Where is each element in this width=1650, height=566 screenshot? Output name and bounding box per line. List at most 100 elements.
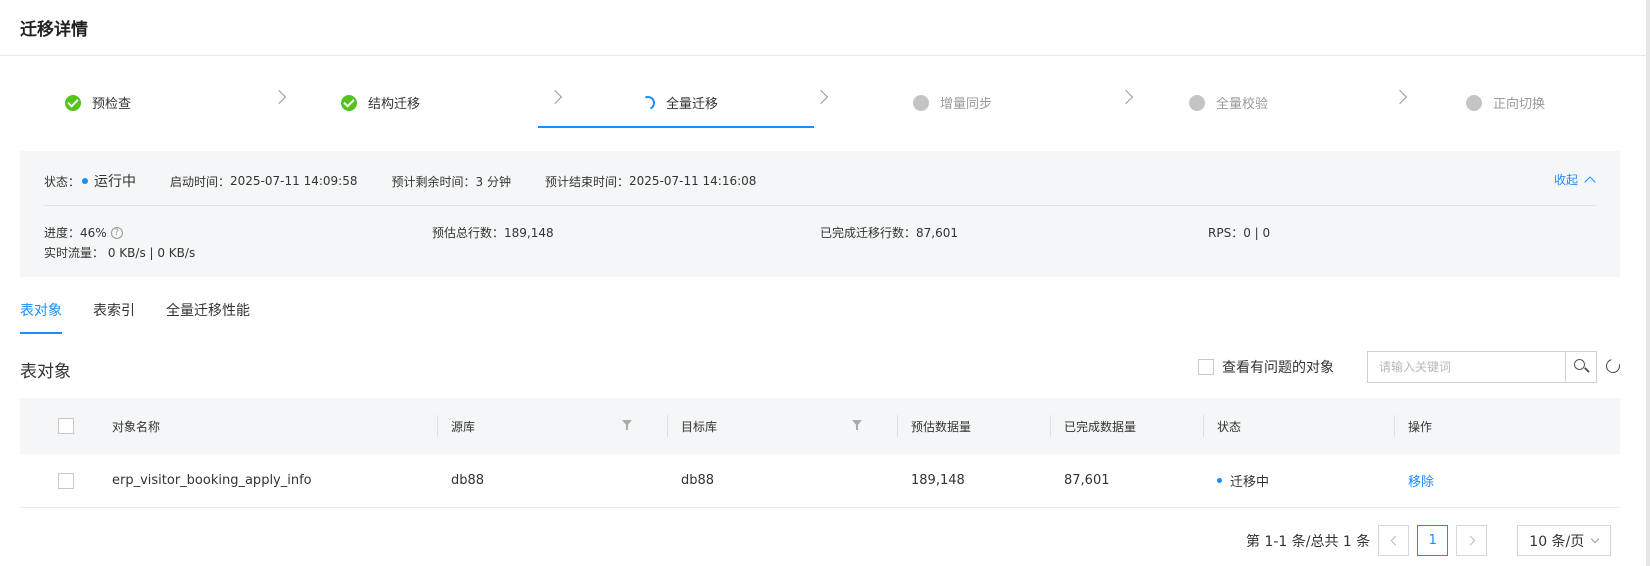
start-time-value: 2025-07-11 14:09:58 [230, 174, 358, 188]
filter-icon[interactable] [622, 420, 632, 430]
step-full-verification[interactable]: 全量校验 [1116, 78, 1408, 128]
chevron-left-icon [1390, 535, 1401, 546]
table-header: 对象名称 源库 目标库 预估数据量 已完成数据量 状态 操作 [20, 398, 1620, 454]
step-forward-switch[interactable]: 正向切换 [1392, 78, 1650, 128]
step-label: 增量同步 [940, 97, 993, 112]
chevron-down-icon [1591, 534, 1600, 544]
step-label: 正向切换 [1493, 97, 1546, 112]
page-title: 迁移详情 [20, 20, 88, 40]
pending-circle-icon [1466, 94, 1482, 111]
search-input[interactable] [1368, 352, 1565, 382]
panel-divider [44, 205, 1596, 206]
row-select-cell [58, 454, 74, 507]
filter-icon[interactable] [852, 420, 862, 430]
page-number-button[interactable]: 1 [1417, 525, 1449, 556]
column-header-name: 对象名称 [112, 419, 161, 434]
search-icon [1574, 359, 1585, 370]
migrated-rows-label: 已完成迁移行数： [820, 226, 917, 240]
problem-objects-checkbox[interactable] [1198, 359, 1214, 375]
search-box [1367, 351, 1597, 383]
collapse-label: 收起 [1553, 173, 1578, 187]
estimated-rows-metric: 预估总行数： 189,148 [432, 224, 554, 241]
step-label: 全量校验 [1216, 97, 1269, 112]
status-text: 迁移中 [1230, 475, 1270, 490]
select-all-cell [58, 398, 74, 454]
page-size-select[interactable]: 10 条/页 [1517, 525, 1612, 556]
status-dot-icon [82, 178, 89, 184]
page-size-value: 10 条/页 [1529, 533, 1585, 550]
chevron-up-icon [1584, 175, 1596, 188]
status-item: 状态： 运行中 [44, 171, 136, 191]
step-incremental-sync[interactable]: 增量同步 [840, 78, 1134, 128]
remaining-time-item: 预计剩余时间： 3 分钟 [391, 173, 510, 190]
next-page-button[interactable] [1456, 525, 1488, 556]
end-time-value: 2025-07-11 14:16:08 [628, 174, 757, 188]
migration-detail-page: 迁移详情 预检查 结构迁移 全量迁移 增量同步 全量校验 正向切换 状态： 运行… [0, 0, 1650, 566]
remaining-time-value: 3 分钟 [475, 174, 511, 189]
row-checkbox[interactable] [58, 472, 74, 489]
section-title: 表对象 [20, 362, 71, 382]
tab-bar: 表对象 表索引 全量迁移性能 [20, 300, 250, 334]
problem-objects-label: 查看有问题的对象 [1222, 360, 1334, 376]
status-label: 状态： [44, 174, 81, 189]
prev-page-button[interactable] [1378, 525, 1410, 556]
table-objects-table: 对象名称 源库 目标库 预估数据量 已完成数据量 状态 操作 erp_visit… [20, 398, 1620, 508]
tab-full-migration-performance[interactable]: 全量迁移性能 [166, 300, 250, 334]
select-all-checkbox[interactable] [58, 418, 74, 434]
step-precheck[interactable]: 预检查 [20, 78, 296, 128]
table-row: erp_visitor_booking_apply_info db88 db88… [20, 454, 1620, 508]
search-button[interactable] [1565, 352, 1596, 382]
step-label: 结构迁移 [368, 97, 421, 112]
loading-spinner-icon [639, 93, 657, 112]
start-time-label: 启动时间： [170, 174, 231, 189]
status-value: 运行中 [94, 174, 137, 190]
progress-metric: 进度： 46% ? [44, 224, 123, 241]
tab-table-objects[interactable]: 表对象 [20, 300, 62, 334]
pending-circle-icon [1189, 94, 1205, 111]
active-step-underline [538, 126, 814, 128]
rps-value: 0 | 0 [1243, 225, 1271, 240]
chevron-right-icon [1465, 535, 1476, 546]
problem-objects-filter[interactable]: 查看有问题的对象 [1198, 357, 1334, 377]
tab-table-indexes[interactable]: 表索引 [93, 300, 135, 334]
check-circle-icon [65, 94, 81, 111]
progress-label: 进度： [44, 226, 81, 240]
collapse-button[interactable]: 收起 [1553, 171, 1596, 188]
status-row: 状态： 运行中 启动时间： 2025-07-11 14:09:58 预计剩余时间… [44, 171, 790, 191]
pending-circle-icon [913, 94, 929, 111]
step-label: 预检查 [92, 97, 132, 112]
cell-target: db88 [681, 473, 715, 488]
end-time-item: 预计结束时间： 2025-07-11 14:16:08 [545, 173, 756, 190]
flow-value: 0 KB/s | 0 KB/s [107, 246, 196, 260]
cell-estimated: 189,148 [911, 473, 965, 488]
question-circle-icon[interactable]: ? [110, 226, 123, 239]
migration-steps: 预检查 结构迁移 全量迁移 增量同步 全量校验 正向切换 [20, 78, 1620, 128]
pagination-summary: 第 1-1 条/总共 1 条 [1246, 533, 1371, 550]
column-header-action: 操作 [1408, 419, 1433, 434]
migrated-rows-value: 87,601 [916, 225, 959, 240]
step-label: 全量迁移 [666, 97, 719, 112]
status-dot-icon [1217, 478, 1222, 483]
flow-label: 实时流量： [44, 246, 105, 260]
cell-completed: 87,601 [1064, 473, 1110, 488]
remaining-time-label: 预计剩余时间： [391, 174, 476, 189]
cell-object-name: erp_visitor_booking_apply_info [112, 473, 312, 488]
migration-status-panel: 状态： 运行中 启动时间： 2025-07-11 14:09:58 预计剩余时间… [20, 151, 1620, 277]
rps-label: RPS： [1208, 226, 1244, 240]
rps-metric: RPS： 0 | 0 [1208, 224, 1270, 241]
remove-link[interactable]: 移除 [1408, 454, 1434, 507]
chevron-right-icon [813, 89, 829, 105]
refresh-icon[interactable] [1603, 356, 1623, 376]
column-header-estimated: 预估数据量 [911, 419, 972, 434]
cell-status: 迁移中 [1217, 454, 1269, 507]
end-time-label: 预计结束时间： [544, 174, 629, 189]
pagination: 第 1-1 条/总共 1 条 1 10 条/页 [1246, 525, 1612, 556]
cell-source: db88 [451, 473, 485, 488]
column-header-source: 源库 [451, 419, 476, 434]
column-header-target: 目标库 [681, 419, 718, 434]
migrated-rows-metric: 已完成迁移行数： 87,601 [820, 224, 958, 241]
step-schema-migration[interactable]: 结构迁移 [296, 78, 572, 128]
check-circle-icon [341, 94, 357, 111]
step-full-migration[interactable]: 全量迁移 [538, 78, 829, 128]
page-header: 迁移详情 [0, 0, 1650, 56]
